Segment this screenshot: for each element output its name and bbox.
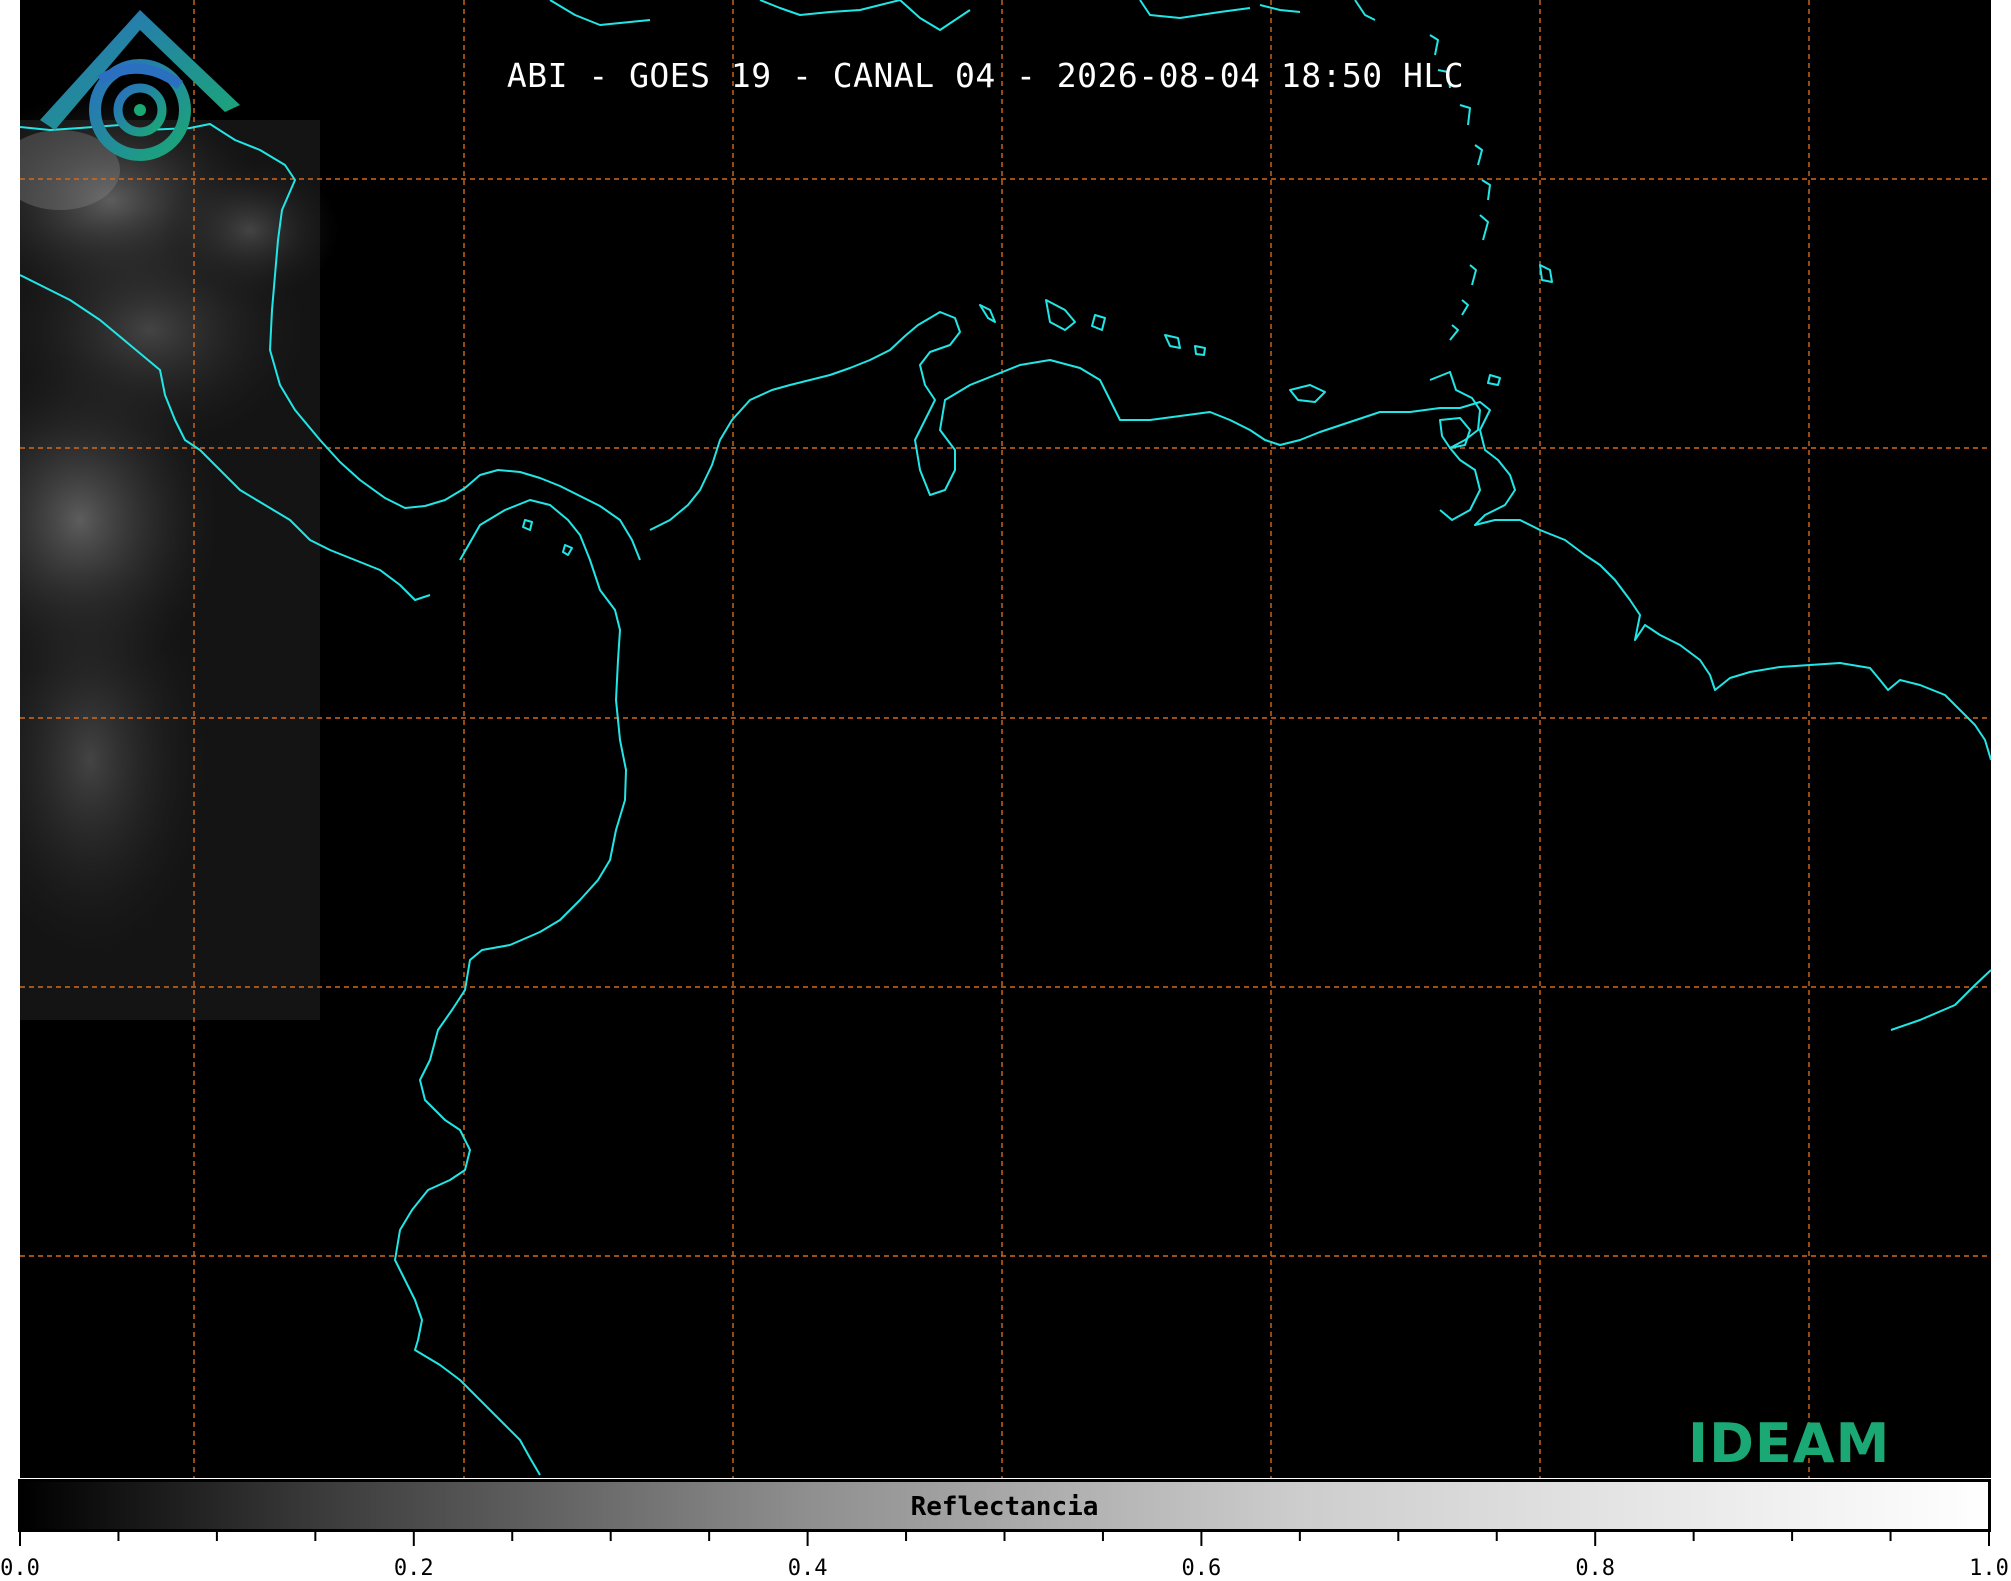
colorbar-tick-label: 0.4 (787, 1556, 828, 1581)
colorbar: Reflectancia (18, 1479, 1991, 1532)
colorbar-tick-label: 0.0 (0, 1556, 40, 1581)
colorbar-label: Reflectancia (910, 1492, 1099, 1522)
map-title: ABI - GOES 19 - CANAL 04 - 2026-08-04 18… (506, 56, 1465, 95)
ideam-logo-text: IDEAM (1688, 1412, 1891, 1475)
ideam-logo (40, 10, 240, 161)
colorbar-tick-label: 0.6 (1181, 1556, 1222, 1581)
colorbar-ticks (19, 1532, 1990, 1546)
colorbar-tick-label: 1.0 (1969, 1556, 2009, 1581)
colorbar-tick-label: 0.2 (393, 1556, 434, 1581)
cloud-cover (20, 90, 340, 1020)
colorbar-tick-label: 0.8 (1575, 1556, 1616, 1581)
map-canvas (20, 0, 1991, 1478)
satellite-map[interactable] (20, 0, 1991, 1478)
